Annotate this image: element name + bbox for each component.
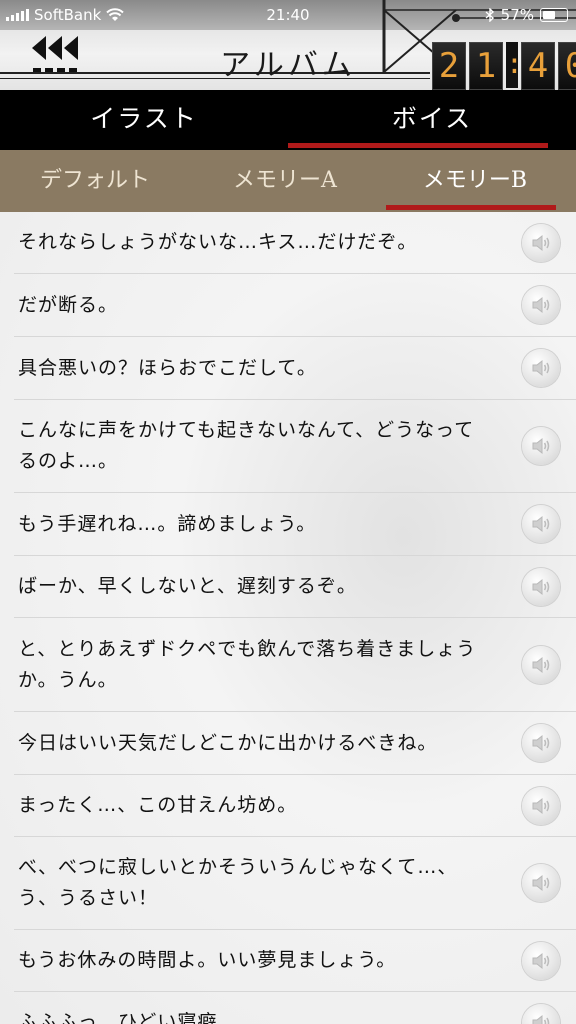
voice-text: だが断る。: [14, 290, 508, 321]
subtab-memory-b[interactable]: メモリーB: [380, 150, 570, 212]
voice-line: か。うん。: [18, 668, 118, 691]
voice-text: こんなに声をかけても起きないなんて、どうなって るのよ…。: [14, 415, 508, 477]
voice-text: 今日はいい天気だしどこかに出かけるべきね。: [14, 728, 508, 759]
speaker-icon: [532, 515, 550, 533]
play-voice-button[interactable]: [522, 645, 560, 684]
speaker-icon: [532, 1014, 550, 1024]
speaker-icon: [532, 734, 550, 752]
voice-line: と、とりあえずドクペでも飲んで落ち着きましょう: [18, 637, 477, 660]
clock-digit: 2: [432, 42, 466, 90]
voice-row[interactable]: ばーか、早くしないと、遅刻するぞ。: [14, 556, 576, 618]
voice-text: 具合悪いの？ほらおでこだして。: [14, 353, 508, 384]
voice-text: もう手遅れね…。諦めましょう。: [14, 509, 508, 540]
voice-line: もう手遅れね…。諦めましょう。: [18, 512, 317, 535]
clock-digit: 1: [469, 42, 503, 90]
battery-icon: [540, 8, 568, 22]
play-voice-button[interactable]: [522, 567, 560, 606]
speaker-icon: [532, 296, 550, 314]
speaker-icon: [532, 437, 550, 455]
tab-voice[interactable]: ボイス: [288, 90, 576, 150]
voice-row[interactable]: ふふふっ、ひどい寝癖: [14, 992, 576, 1024]
play-voice-button[interactable]: [522, 786, 560, 825]
speaker-icon: [532, 797, 550, 814]
play-voice-button[interactable]: [522, 1003, 560, 1024]
back-button[interactable]: [24, 36, 86, 78]
play-voice-button[interactable]: [522, 864, 560, 902]
voice-list[interactable]: それならしょうがないな…キス…だけだぞ。 だが断る。 具合悪いの？ほらおでこだし…: [0, 212, 576, 1024]
play-voice-button[interactable]: [522, 286, 560, 324]
sub-tabs: デフォルト メモリーA メモリーB: [0, 150, 576, 212]
play-voice-button[interactable]: [522, 427, 560, 465]
voice-line: ふふふっ、ひどい寝癖: [18, 1011, 218, 1024]
status-bar: SoftBank 21:40 57%: [0, 0, 576, 30]
play-voice-button[interactable]: [522, 941, 560, 980]
subtab-default[interactable]: デフォルト: [0, 150, 190, 212]
speaker-icon: [532, 234, 550, 251]
speaker-icon: [532, 874, 550, 892]
voice-line: それならしょうがないな…キス…だけだぞ。: [18, 231, 418, 253]
voice-line: まったく…、この甘えん坊め。: [18, 794, 298, 816]
voice-text: と、とりあえずドクペでも飲んで落ち着きましょう か。うん。: [14, 634, 508, 696]
play-voice-button[interactable]: [522, 505, 560, 543]
voice-row[interactable]: 具合悪いの？ほらおでこだして。: [14, 337, 576, 400]
tab-illust[interactable]: イラスト: [0, 90, 288, 150]
status-right: 57%: [485, 6, 568, 24]
voice-line: ばーか、早くしないと、遅刻するぞ。: [18, 575, 357, 597]
voice-text: べ、べつに寂しいとかそういうんじゃなくて…、 う、うるさい！: [14, 852, 508, 914]
voice-text: ばーか、早くしないと、遅刻するぞ。: [14, 571, 508, 602]
subtab-memory-a[interactable]: メモリーA: [190, 150, 380, 212]
clock-digit: 0: [558, 42, 576, 90]
voice-text: ふふふっ、ひどい寝癖: [14, 1007, 508, 1024]
back-button-dashes: [33, 68, 77, 72]
voice-text: もうお休みの時間よ。いい夢見ましょう。: [14, 945, 508, 976]
voice-row[interactable]: 今日はいい天気だしどこかに出かけるべきね。: [14, 712, 576, 775]
voice-line: う、うるさい！: [18, 887, 159, 909]
main-tabs: イラスト ボイス: [0, 90, 576, 150]
clock-separator: :: [506, 42, 523, 88]
battery-percent: 57%: [500, 6, 534, 24]
voice-line: 具合悪いの？ほらおでこだして。: [18, 356, 317, 379]
bluetooth-icon: [485, 8, 494, 22]
voice-line: こんなに声をかけても起きないなんて、どうなって: [18, 419, 475, 441]
play-voice-button[interactable]: [522, 223, 560, 262]
voice-text: まったく…、この甘えん坊め。: [14, 790, 508, 821]
voice-row[interactable]: べ、べつに寂しいとかそういうんじゃなくて…、 う、うるさい！: [14, 837, 576, 930]
voice-row[interactable]: と、とりあえずドクペでも飲んで落ち着きましょう か。うん。: [14, 618, 576, 712]
voice-row[interactable]: もう手遅れね…。諦めましょう。: [14, 493, 576, 556]
speaker-icon: [532, 359, 550, 377]
speaker-icon: [532, 952, 550, 969]
triple-chevron-left-icon: [32, 36, 78, 60]
speaker-icon: [532, 578, 550, 595]
voice-row[interactable]: こんなに声をかけても起きないなんて、どうなって るのよ…。: [14, 400, 576, 493]
digital-clock: 2 1 : 4 0: [432, 42, 576, 90]
voice-text: それならしょうがないな…キス…だけだぞ。: [14, 227, 508, 258]
voice-line: 今日はいい天気だしどこかに出かけるべきね。: [18, 731, 438, 754]
voice-line: だが断る。: [18, 293, 119, 316]
speaker-icon: [532, 656, 550, 673]
voice-line: べ、べつに寂しいとかそういうんじゃなくて…、: [18, 856, 458, 878]
voice-row[interactable]: だが断る。: [14, 274, 576, 337]
voice-row[interactable]: まったく…、この甘えん坊め。: [14, 775, 576, 837]
play-voice-button[interactable]: [522, 724, 560, 762]
play-voice-button[interactable]: [522, 349, 560, 387]
voice-row[interactable]: それならしょうがないな…キス…だけだぞ。: [14, 212, 576, 274]
clock-digit: 4: [521, 42, 555, 90]
voice-line: るのよ…。: [18, 450, 119, 472]
voice-line: もうお休みの時間よ。いい夢見ましょう。: [18, 949, 397, 971]
voice-row[interactable]: もうお休みの時間よ。いい夢見ましょう。: [14, 930, 576, 992]
